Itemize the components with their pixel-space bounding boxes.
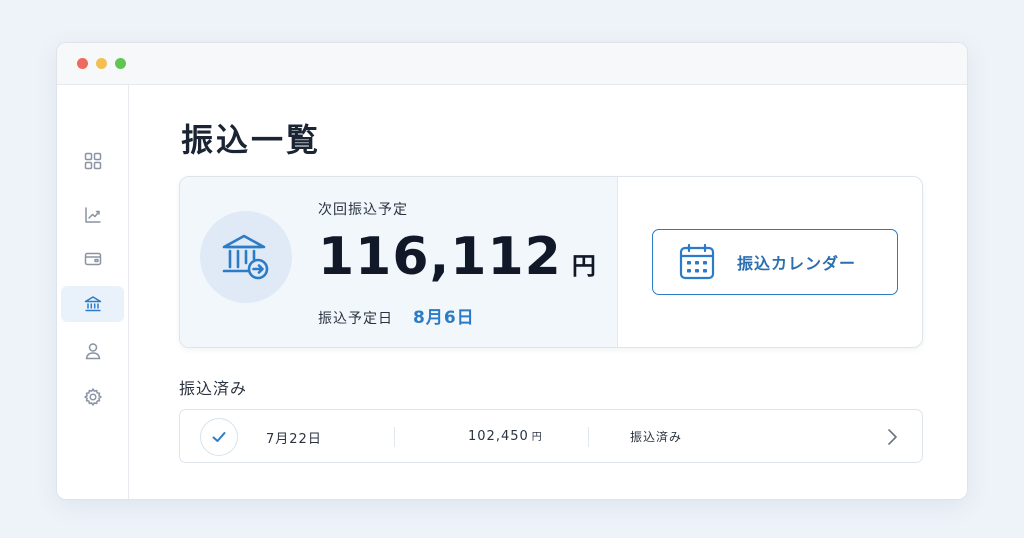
chart-icon [84, 207, 101, 223]
divider [394, 427, 395, 447]
row-date: 7月22日 [266, 432, 322, 447]
scheduled-date-value: 8月6日 [413, 308, 475, 328]
next-transfer-summary: 次回振込予定 116,112 円 振込予定日 8月6日 [180, 177, 618, 347]
sidebar-item-dashboard[interactable] [61, 143, 124, 179]
title-bar [57, 43, 967, 85]
row-amount: 102,450 円 [468, 428, 542, 444]
completed-section-title: 振込済み [179, 379, 248, 398]
calendar-button-label: 振込カレンダー [737, 254, 857, 273]
amount-unit: 円 [571, 252, 596, 280]
close-window-button[interactable] [77, 58, 88, 69]
next-transfer-amount: 116,112 円 [318, 227, 596, 287]
transfer-calendar-button[interactable]: 振込カレンダー [652, 229, 898, 295]
chevron-right-icon[interactable] [886, 427, 898, 447]
calendar-icon [679, 243, 715, 280]
sidebar-item-transfers[interactable] [61, 286, 124, 322]
next-transfer-label: 次回振込予定 [318, 202, 408, 218]
check-icon [200, 418, 238, 456]
gear-icon [83, 388, 102, 406]
wallet-icon [84, 252, 101, 266]
user-icon [85, 343, 100, 360]
sidebar-item-account[interactable] [61, 333, 124, 369]
next-transfer-card: 次回振込予定 116,112 円 振込予定日 8月6日 振込カレンダー [179, 176, 923, 348]
bank-icon [84, 296, 101, 312]
app-window: 振込一覧 次回振込予定 116,112 円 振込予定日 8月6日 振込カレンダー… [56, 42, 968, 500]
page-title: 振込一覧 [181, 121, 322, 159]
table-row[interactable]: 7月22日 102,450 円 振込済み [179, 409, 923, 463]
sidebar [57, 85, 129, 499]
amount-value: 116,112 [318, 227, 562, 287]
dashboard-icon [84, 152, 101, 170]
row-status: 振込済み [630, 430, 683, 444]
scheduled-date-label: 振込予定日 [318, 311, 393, 327]
minimize-window-button[interactable] [96, 58, 107, 69]
divider [588, 427, 589, 447]
scheduled-date: 振込予定日 8月6日 [318, 303, 475, 328]
sidebar-item-settings[interactable] [61, 379, 124, 415]
zoom-window-button[interactable] [115, 58, 126, 69]
bank-transfer-icon [200, 211, 292, 303]
main-content: 振込一覧 次回振込予定 116,112 円 振込予定日 8月6日 振込カレンダー… [129, 85, 967, 499]
row-amount-unit: 円 [531, 432, 542, 443]
row-amount-value: 102,450 [468, 429, 529, 444]
sidebar-item-analytics[interactable] [61, 197, 124, 233]
sidebar-item-wallet[interactable] [61, 241, 124, 277]
